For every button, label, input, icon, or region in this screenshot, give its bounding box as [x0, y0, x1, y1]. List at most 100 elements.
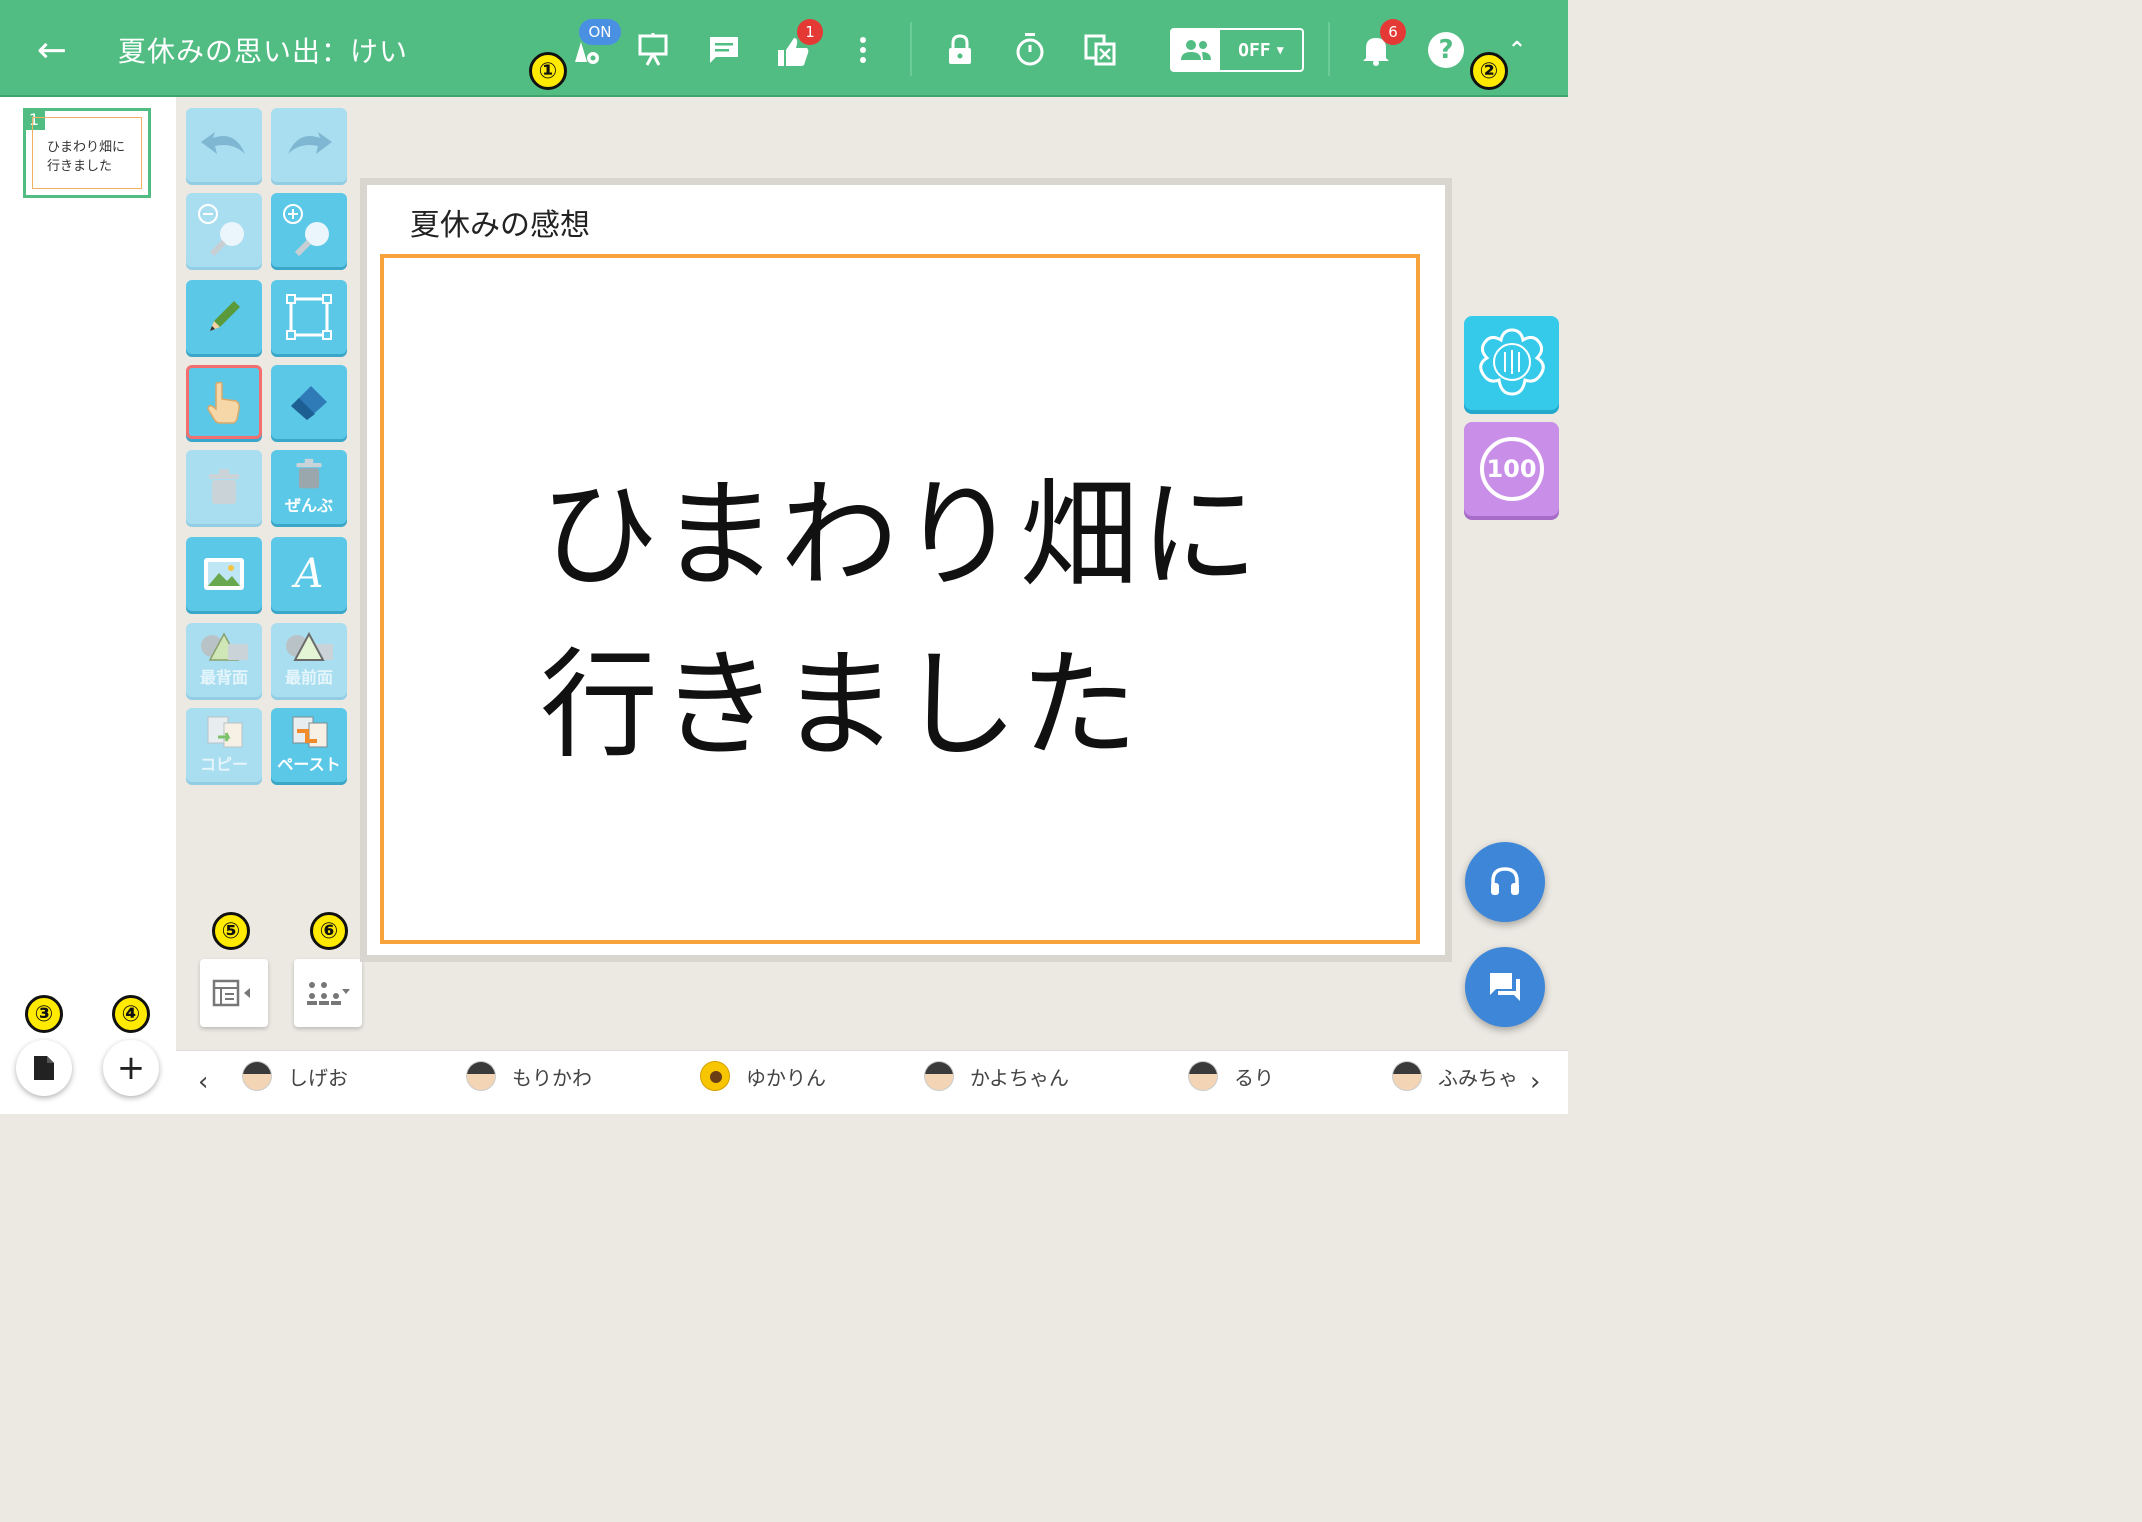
copy-label: コピー [199, 755, 248, 774]
redo-icon [288, 132, 332, 154]
student-item[interactable]: るり [1188, 1061, 1274, 1091]
student-name: ふみちゃ [1438, 1065, 1518, 1090]
avatar [1188, 1061, 1218, 1091]
student-name: もりかわ [512, 1065, 592, 1090]
student-name: かよちゃん [970, 1065, 1069, 1090]
student-item[interactable]: ふみちゃ [1392, 1061, 1518, 1091]
bring-to-front-button[interactable]: 最前面 [271, 623, 347, 697]
eraser-button[interactable] [271, 365, 347, 439]
bring-front-icon [286, 632, 333, 661]
marker-4: ④ [112, 995, 150, 1033]
more-vert-icon[interactable] [848, 30, 878, 70]
ai-on-badge: ON [579, 19, 621, 45]
flower-stamp-icon [1478, 328, 1545, 396]
group-layout-button[interactable] [294, 959, 362, 1027]
student-name: ゆかりん [746, 1065, 826, 1090]
delete-all-button[interactable]: ぜんぶ [271, 450, 347, 524]
marker-5: ⑤ [212, 912, 250, 950]
page-thumbnail[interactable]: 1 ひまわり畑に 行きました [23, 108, 151, 198]
undo-icon [201, 132, 245, 154]
delete-all-label: ぜんぶ [284, 496, 333, 515]
score-100-icon: 100 [1479, 437, 1544, 501]
stamp-button[interactable] [1464, 316, 1559, 410]
insert-image-button[interactable] [186, 537, 262, 611]
redo-button[interactable] [271, 108, 347, 182]
student-item[interactable]: もりかわ [466, 1061, 592, 1091]
student-item[interactable]: ゆかりん [700, 1061, 826, 1091]
student-item[interactable]: しげお [242, 1061, 348, 1091]
zoom-out-button[interactable] [186, 193, 262, 267]
header-divider [1328, 22, 1330, 76]
group-mode-value: OFF [1238, 39, 1271, 61]
pencil-icon [210, 301, 240, 331]
send-to-back-label: 最背面 [199, 668, 248, 687]
select-rectangle-button[interactable] [271, 280, 347, 354]
send-back-icon [201, 632, 248, 661]
panel-toggle-button[interactable] [200, 959, 268, 1027]
marker-2: ② [1470, 52, 1508, 90]
pointer-hand-button[interactable] [186, 365, 262, 439]
student-name: るり [1234, 1065, 1274, 1090]
collapse-chevron-icon[interactable]: ⌃ [1502, 36, 1532, 64]
thumbnail-text-line: ひまわり畑に [47, 140, 126, 155]
eraser-icon [291, 386, 327, 420]
translate-icon[interactable] [1080, 30, 1120, 70]
notification-count-badge: 6 [1380, 19, 1406, 45]
card-main-text[interactable]: ひまわり畑に 行きました [540, 450, 1260, 790]
help-icon[interactable]: ? [1428, 32, 1464, 68]
paste-label: ペースト [277, 755, 341, 774]
paste-icon [292, 716, 328, 748]
pen-button[interactable] [186, 280, 262, 354]
student-next-arrow[interactable]: › [1530, 1067, 1540, 1097]
group-icon [1172, 30, 1220, 70]
back-arrow-icon[interactable]: ← [28, 28, 76, 72]
lock-icon[interactable] [940, 30, 980, 70]
sunflower-avatar [700, 1061, 730, 1091]
marker-6: ⑥ [310, 912, 348, 950]
thumbnail-text-line: 行きました [47, 159, 113, 174]
avatar [1392, 1061, 1422, 1091]
delete-button[interactable] [186, 450, 262, 524]
trash-icon [209, 469, 239, 504]
page-title: 夏休みの思い出：けい [118, 35, 409, 68]
forum-icon [1490, 973, 1520, 1001]
text-tool-label: A [294, 551, 324, 597]
chat-button[interactable] [1465, 947, 1545, 1027]
chevron-down-icon: ▼ [1276, 43, 1284, 57]
add-page-button[interactable]: + [103, 1040, 159, 1096]
presentation-icon[interactable] [633, 30, 673, 70]
paste-button[interactable]: ペースト [271, 708, 347, 782]
headset-icon [1491, 867, 1519, 895]
undo-button[interactable] [186, 108, 262, 182]
text-tool-button[interactable]: A [271, 537, 347, 611]
student-item[interactable]: かよちゃん [924, 1061, 1069, 1091]
timer-icon[interactable] [1010, 30, 1050, 70]
card-title: 夏休みの感想 [410, 208, 590, 243]
zoom-in-button[interactable] [271, 193, 347, 267]
comment-icon[interactable] [704, 30, 744, 70]
avatar [466, 1061, 496, 1091]
top-bar: ← 夏休みの思い出：けい ON 1 OFF ▼ 6 ? ⌃ ① ② [0, 0, 1568, 97]
group-mode-select[interactable]: OFF ▼ [1170, 28, 1304, 72]
bring-to-front-label: 最前面 [284, 668, 333, 687]
score-button[interactable]: 100 [1464, 422, 1559, 516]
copy-icon [207, 716, 243, 748]
student-prev-arrow[interactable]: ‹ [198, 1067, 208, 1097]
selection-rectangle-icon [286, 294, 332, 340]
marker-1: ① [529, 52, 567, 90]
card-text-line: ひまわり畑に [540, 466, 1261, 604]
zoom-in-icon [283, 204, 329, 257]
student-name: しげお [288, 1065, 348, 1090]
copy-button[interactable]: コピー [186, 708, 262, 782]
trash-all-icon [296, 458, 322, 489]
avatar [924, 1061, 954, 1091]
page-list-button[interactable] [16, 1040, 72, 1096]
document-icon [34, 1056, 54, 1080]
audio-support-button[interactable] [1465, 842, 1545, 922]
student-bar: ‹ しげお もりかわ ゆかりん かよちゃん るり ふみちゃ › [176, 1050, 1568, 1114]
send-to-back-button[interactable]: 最背面 [186, 623, 262, 697]
hand-pointer-icon [207, 381, 240, 424]
header-divider [910, 22, 912, 76]
zoom-out-icon [198, 204, 244, 257]
layout-panel-icon [212, 979, 250, 1007]
